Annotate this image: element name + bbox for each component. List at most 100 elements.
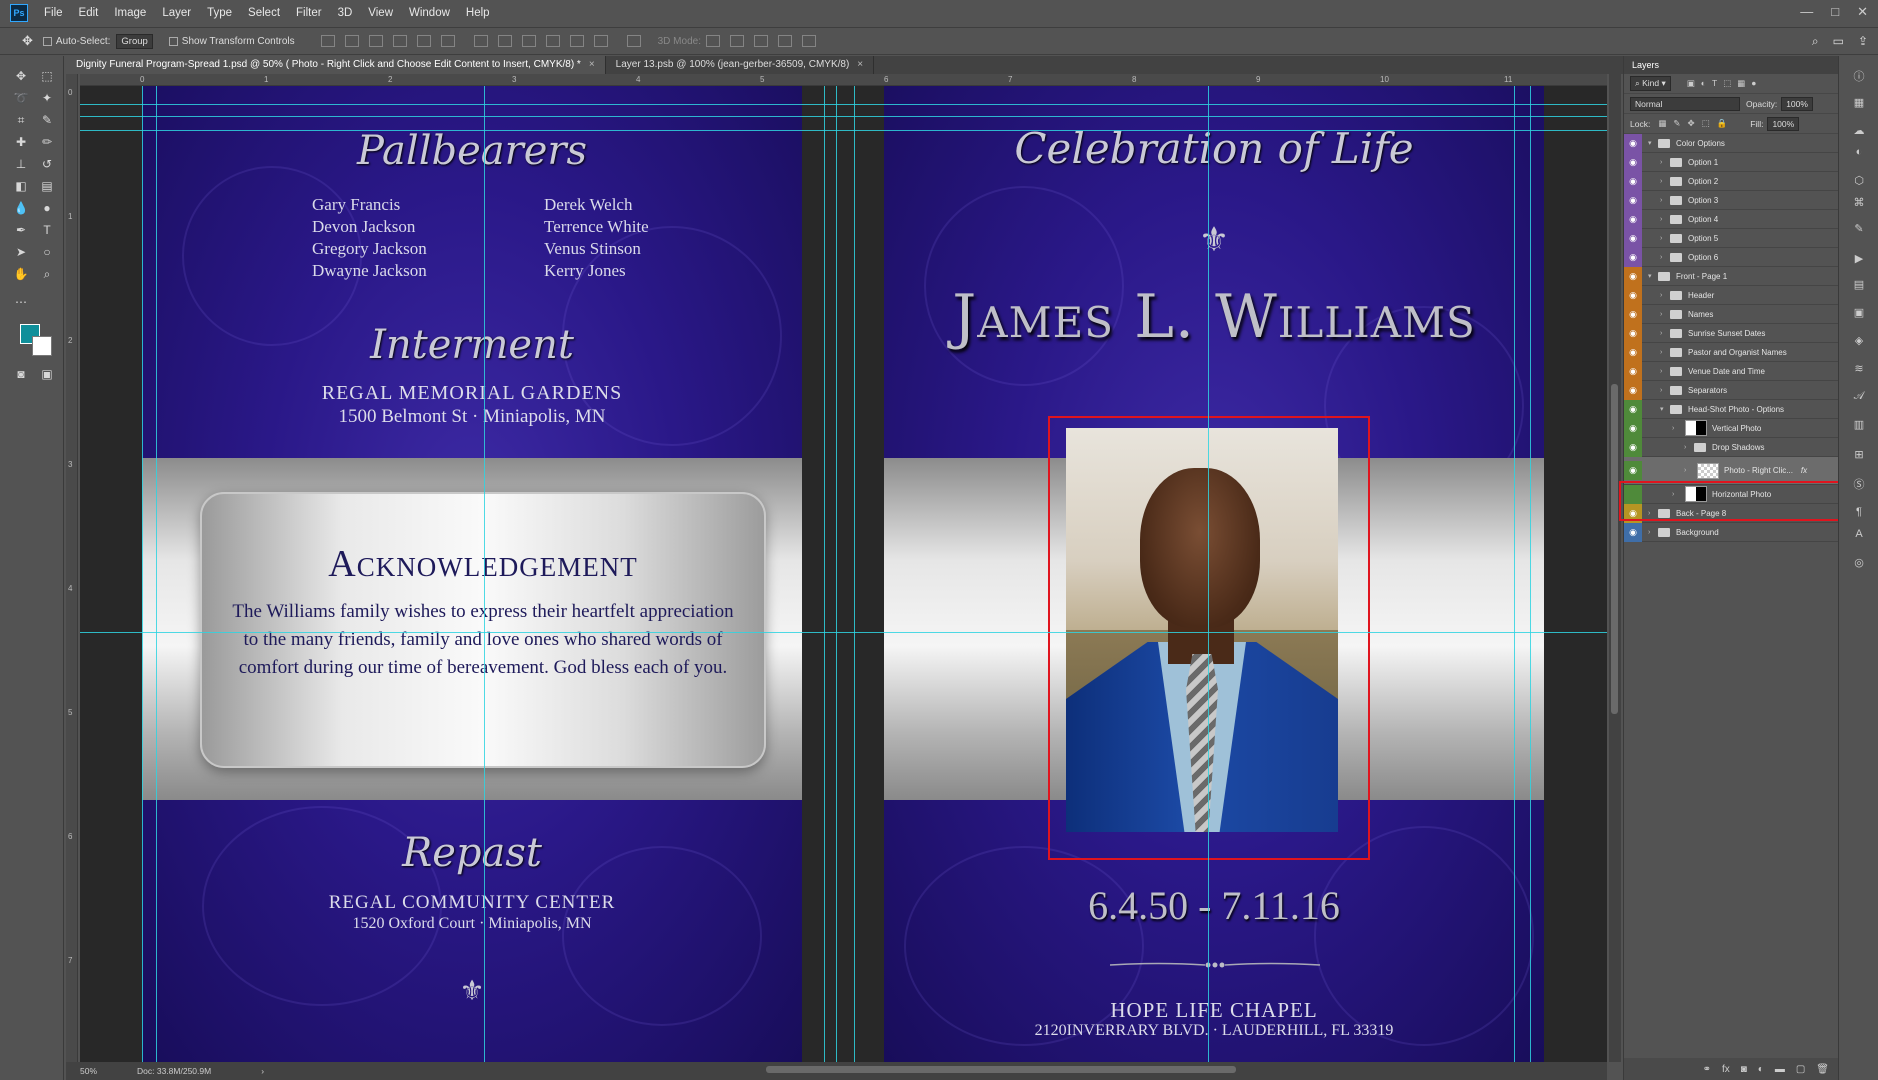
glyphs-icon[interactable]: Ⓢ [1851,476,1867,491]
doc-size[interactable]: Doc: 33.8M/250.9M [137,1066,211,1076]
layer-row[interactable]: ◉ › Option 4 [1624,209,1838,229]
visibility-eye-icon[interactable]: ◉ [1624,418,1642,438]
guide-vertical[interactable] [1208,86,1209,1062]
color-icon[interactable]: ◎ [1851,556,1867,570]
auto-select-dropdown[interactable]: Group [116,33,153,49]
guide-vertical[interactable] [1514,86,1515,1062]
auto-align-icon[interactable] [626,35,641,47]
guide-vertical[interactable] [836,86,837,1062]
adjustments-icon[interactable]: ◐ [1851,146,1867,160]
new-group-icon[interactable]: ▬ [1775,1064,1785,1075]
layer-row[interactable]: ◉ › Pastor and Organist Names [1624,342,1838,362]
layer-row[interactable]: ◉ › Option 2 [1624,171,1838,191]
expand-caret-icon[interactable]: › [1660,292,1668,299]
expand-caret-icon[interactable]: › [1660,387,1668,394]
type-tool-icon[interactable]: T [36,220,58,240]
expand-caret-icon[interactable]: › [1660,330,1668,337]
layer-name[interactable]: Option 4 [1688,215,1718,224]
layer-name[interactable]: Option 2 [1688,177,1718,186]
distribute-center-icon[interactable] [569,35,584,47]
visibility-eye-icon[interactable]: ◉ [1624,152,1642,172]
swatches-icon[interactable]: ▦ [1851,96,1867,110]
expand-caret-icon[interactable]: › [1684,444,1692,451]
layer-name[interactable]: Option 5 [1688,234,1718,243]
menu-file[interactable]: File [36,7,71,19]
pen-tool-icon[interactable]: ✒ [10,220,32,240]
history-icon[interactable]: ▤ [1851,278,1867,292]
layer-name[interactable]: Venue Date and Time [1688,367,1765,376]
actions-icon[interactable]: ▶ [1851,252,1867,266]
visibility-eye-icon[interactable]: ◉ [1624,171,1642,191]
workspace-icon[interactable]: ▭ [1833,34,1844,49]
3d-scale-icon[interactable] [801,35,816,47]
visibility-eye-icon[interactable]: ◉ [1624,323,1642,343]
more-tools-icon[interactable]: ⋯ [10,292,32,312]
visibility-eye-icon[interactable]: ◉ [1624,399,1642,419]
expand-caret-icon[interactable]: › [1660,349,1668,356]
channels-icon[interactable]: ≋ [1851,362,1867,376]
layer-name[interactable]: Color Options [1676,139,1725,148]
guide-vertical[interactable] [854,86,855,1062]
layer-row[interactable]: ◉ › Vertical Photo [1624,418,1838,438]
layer-name[interactable]: Drop Shadows [1712,443,1764,452]
distribute-middle-icon[interactable] [497,35,512,47]
horizontal-scrollbar[interactable] [766,1066,1236,1073]
crop-tool-icon[interactable]: ⌗ [10,110,32,130]
opacity-input[interactable]: 100% [1781,96,1813,111]
search-icon[interactable]: ⌕ [1812,34,1819,49]
history-brush-tool-icon[interactable]: ↺ [36,154,58,174]
maximize-button[interactable]: □ [1831,4,1839,20]
layer-row[interactable]: ◉ › Venue Date and Time [1624,361,1838,381]
lock-icons[interactable]: ▦✎✥⬚🔒 [1658,118,1734,129]
layer-row[interactable]: ◉ › Drop Shadows [1624,437,1838,457]
layer-name[interactable]: Option 6 [1688,253,1718,262]
layer-row[interactable]: ◉ › Sunrise Sunset Dates [1624,323,1838,343]
layer-row[interactable]: ◉ ▾ Front - Page 1 [1624,266,1838,286]
brush-presets-icon[interactable]: ✎ [1851,222,1867,236]
layer-fx-icon[interactable]: fx [1801,466,1807,475]
layer-row[interactable]: ◉ › Names [1624,304,1838,324]
visibility-eye-icon[interactable]: ◉ [1624,209,1642,229]
filter-icons[interactable]: ▣◐T⬚▦● [1687,78,1763,89]
menu-layer[interactable]: Layer [154,7,199,19]
visibility-eye-icon[interactable]: ◉ [1624,133,1642,153]
dodge-tool-icon[interactable]: ● [36,198,58,218]
layer-row[interactable]: ◉ › Option 3 [1624,190,1838,210]
visibility-eye-icon[interactable]: ◉ [1624,266,1642,286]
gradient-tool-icon[interactable]: ▤ [36,176,58,196]
close-button[interactable]: ✕ [1857,4,1868,20]
align-left-icon[interactable] [392,35,407,47]
3d-slide-icon[interactable] [777,35,792,47]
close-tab-icon[interactable]: × [857,59,863,70]
expand-caret-icon[interactable]: › [1660,159,1668,166]
visibility-eye-icon[interactable]: ◉ [1624,285,1642,305]
guide-vertical[interactable] [484,86,485,1062]
guide-horizontal[interactable] [80,104,1607,105]
layer-row[interactable]: ◉ › Option 6 [1624,247,1838,267]
menu-window[interactable]: Window [401,7,458,19]
align-top-icon[interactable] [320,35,335,47]
expand-caret-icon[interactable]: › [1648,529,1656,536]
expand-caret-icon[interactable]: › [1660,178,1668,185]
3d-drag-icon[interactable] [753,35,768,47]
layer-name[interactable]: Front - Page 1 [1676,272,1727,281]
distribute-bottom-icon[interactable] [521,35,536,47]
3d-rotate-icon[interactable] [705,35,720,47]
paths-icon[interactable]: ⌘ [1851,196,1867,210]
minimize-button[interactable]: — [1800,4,1813,20]
eyedropper-tool-icon[interactable]: ✎ [36,110,58,130]
layer-name[interactable]: Sunrise Sunset Dates [1688,329,1765,338]
share-icon[interactable]: ⇪ [1858,34,1868,49]
layer-name[interactable]: Photo - Right Clic... [1724,466,1793,475]
layer-row[interactable]: ◉ › Option 1 [1624,152,1838,172]
expand-caret-icon[interactable]: › [1684,467,1692,474]
transform-controls-checkbox[interactable] [168,36,178,46]
guide-vertical[interactable] [156,86,157,1062]
move-tool-icon[interactable]: ✥ [10,66,32,86]
horizontal-ruler[interactable]: 0 1 2 3 4 5 6 7 8 9 10 11 [80,74,1607,86]
fx-icon[interactable]: fx [1722,1064,1730,1075]
distribute-top-icon[interactable] [473,35,488,47]
measurement-icon[interactable]: ⊞ [1851,448,1867,462]
clone-stamp-tool-icon[interactable]: ⊥ [10,154,32,174]
layer-row[interactable]: ◉ ▾ Head-Shot Photo - Options [1624,399,1838,419]
